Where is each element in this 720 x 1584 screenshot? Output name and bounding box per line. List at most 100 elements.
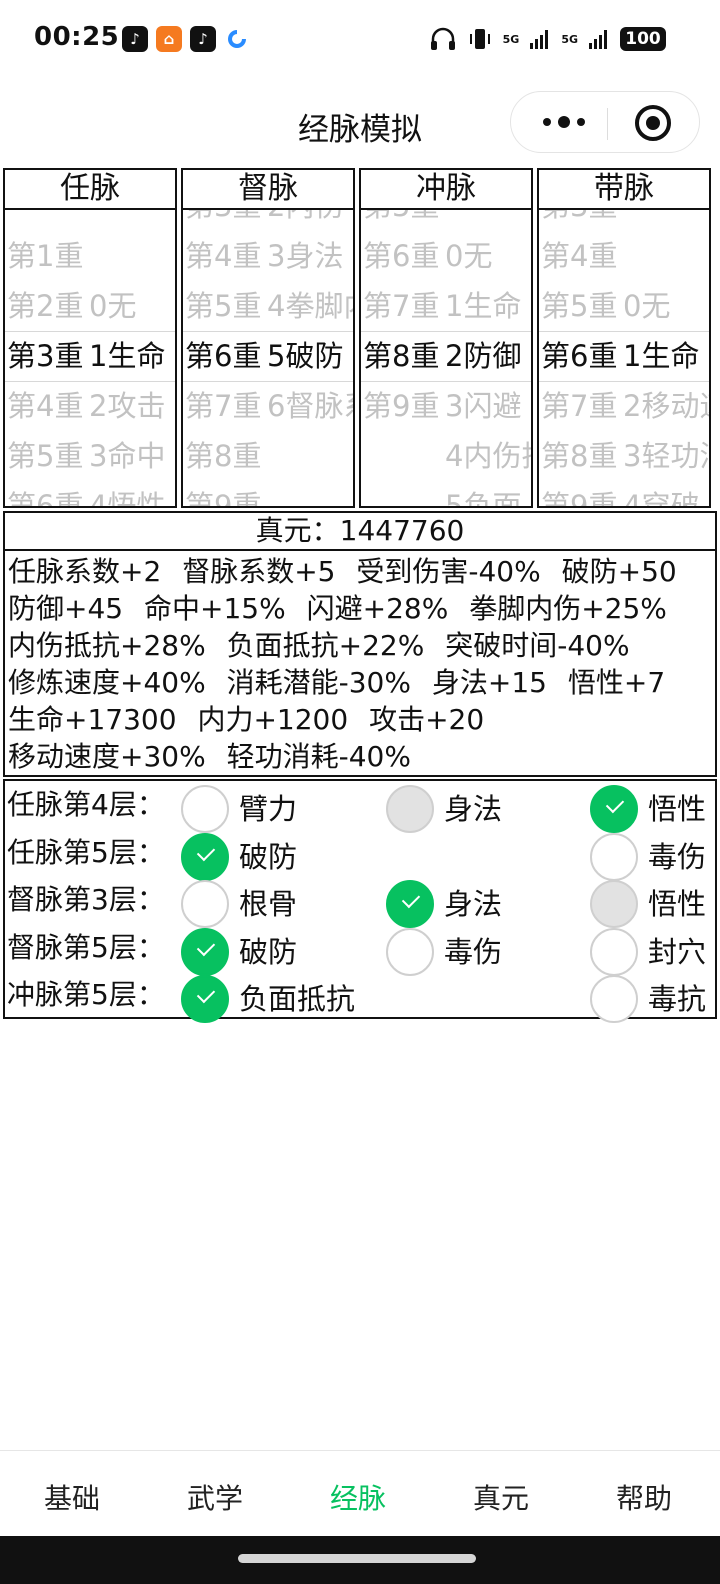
checkbox-checked[interactable] xyxy=(386,880,434,928)
checkbox-label[interactable]: 破防 xyxy=(239,930,297,974)
checkbox-unchecked[interactable] xyxy=(590,975,638,1023)
stat-item: 破防+50 xyxy=(561,555,677,588)
checkbox-label[interactable]: 悟性 xyxy=(648,882,706,926)
checkbox-label[interactable]: 毒伤 xyxy=(648,835,706,879)
picker-option[interactable]: 第7重6督脉系数 xyxy=(185,381,353,431)
tab-4[interactable]: 帮助 xyxy=(572,1477,716,1517)
checkbox-label[interactable]: 毒伤 xyxy=(444,930,502,974)
picker-option[interactable]: 第3重 xyxy=(541,210,623,231)
stat-item: 修炼速度+40% xyxy=(8,666,206,699)
stat-item: 内伤抵抗+28% xyxy=(8,629,206,662)
checkbox-unchecked[interactable] xyxy=(386,927,434,976)
picker-option-selected[interactable]: 第6重 5破防 xyxy=(185,331,343,381)
tab-bar: 基础 武学 经脉 真元 帮助 xyxy=(0,1450,720,1536)
picker-option[interactable]: 第5重 xyxy=(363,210,445,231)
picker-dumai[interactable]: 督脉 第3重2内伤第4重3身法第5重4拳脚内伤第6重5破防第7重6督脉系数第8重… xyxy=(181,168,355,508)
picker-option-value: 1生命 xyxy=(89,339,166,373)
picker-option[interactable]: 第5重 0无 xyxy=(541,281,670,331)
picker-option[interactable]: 第4重 xyxy=(541,231,623,281)
stat-item: 命中+15% xyxy=(144,592,286,625)
checkbox-unchecked[interactable] xyxy=(181,880,229,928)
picker-option[interactable]: 第7重2移动速度 xyxy=(541,381,709,431)
checkbox-label[interactable]: 负面抵抗 xyxy=(239,977,355,1021)
picker-option[interactable]: 第7重 1生命 xyxy=(363,281,521,331)
picker-option[interactable]: 第5重 3命中 xyxy=(7,431,165,481)
stat-item: 拳脚内伤+25% xyxy=(469,592,667,625)
picker-option-level: 第8重 xyxy=(541,439,618,473)
checkbox-checked[interactable] xyxy=(181,832,229,881)
stat-item: 防御+45 xyxy=(8,592,124,625)
picker-option[interactable]: 4内伤抵抗 xyxy=(363,431,531,481)
picker-option-selected[interactable]: 第3重 1生命 xyxy=(7,331,165,381)
picker-option-level: 第6重 xyxy=(363,239,440,273)
picker-option[interactable]: 第8重 xyxy=(185,431,267,481)
checkbox-unchecked[interactable] xyxy=(590,832,638,881)
checkbox-label[interactable]: 悟性 xyxy=(648,787,706,831)
option-row-label: 督脉第5层： xyxy=(7,930,165,964)
picker-selection-line xyxy=(361,381,531,382)
picker-option[interactable]: 第9重 4穿破 xyxy=(541,481,699,506)
checkbox-label[interactable]: 毒抗 xyxy=(648,977,706,1021)
vibrate-icon xyxy=(469,29,490,49)
picker-wheel[interactable]: 第5重第6重0无第7重1生命第8重2防御第9重3闪避 4内伤抵抗 5负面 xyxy=(361,210,531,506)
signal-icon xyxy=(530,30,549,49)
picker-option[interactable]: 第6重 4悟性 xyxy=(7,481,165,506)
tab-0[interactable]: 基础 xyxy=(0,1477,144,1517)
picker-option[interactable]: 第1重 xyxy=(7,231,89,281)
checkbox-unchecked[interactable] xyxy=(590,927,638,976)
checkbox-label[interactable]: 破防 xyxy=(239,835,297,879)
checkbox-checked[interactable] xyxy=(181,975,229,1023)
picker-option[interactable]: 第4重 3身法 xyxy=(185,231,343,281)
picker-option[interactable]: 第5重4拳脚内伤 xyxy=(185,281,353,331)
picker-option[interactable]: 第9重 xyxy=(185,481,267,506)
picker-option-level: 第6重 xyxy=(541,339,618,373)
checkbox-checked[interactable] xyxy=(590,785,638,833)
close-target-icon[interactable] xyxy=(635,105,671,141)
status-bar: 00:25 ♪ ⌂ ♪ 5G 5G 100 xyxy=(0,0,720,80)
more-icon[interactable] xyxy=(539,107,589,137)
home-indicator[interactable] xyxy=(238,1554,476,1563)
picker-title: 冲脉 xyxy=(361,170,531,210)
picker-wheel[interactable]: 第3重第4重第5重0无第6重1生命第7重2移动速度第8重3轻功消耗第9重 4穿破 xyxy=(539,210,709,506)
picker-option-level: 第6重 xyxy=(7,489,84,506)
picker-option[interactable]: 第9重 3闪避 xyxy=(363,381,521,431)
picker-option-value: 5负面 xyxy=(445,489,522,506)
tab-3[interactable]: 真元 xyxy=(429,1477,573,1517)
picker-renmai[interactable]: 任脉 第1重 第2重 0无 第3重 1生命 第4重 2攻击 第5重 3命中 第6重 4悟性 xyxy=(3,168,177,508)
tab-1[interactable]: 武学 xyxy=(143,1477,287,1517)
picker-option-value: 3命中 xyxy=(89,439,166,473)
mini-program-capsule xyxy=(510,91,700,153)
picker-wheel[interactable]: 第1重 第2重 0无 第3重 1生命 第4重 2攻击 第5重 3命中 第6重 4悟性 xyxy=(5,210,175,506)
stat-item: 消耗潜能-30% xyxy=(226,666,411,699)
picker-chongmai[interactable]: 冲脉 第5重第6重0无第7重1生命第8重2防御第9重3闪避 4内伤抵抗 5负面 xyxy=(359,168,533,508)
picker-option-level: 第3重 xyxy=(185,210,267,231)
picker-option-level: 第9重 xyxy=(185,489,262,506)
checkbox-label[interactable]: 身法 xyxy=(444,787,502,831)
stat-item: 悟性+7 xyxy=(567,666,666,699)
picker-selection-line xyxy=(5,381,175,382)
stat-item: 移动速度+30% xyxy=(8,740,206,773)
picker-selection-line xyxy=(183,381,353,382)
picker-option[interactable]: 第3重2内伤 xyxy=(185,210,343,231)
picker-option[interactable]: 第6重 0无 xyxy=(363,231,492,281)
picker-wheel[interactable]: 第3重2内伤第4重3身法第5重4拳脚内伤第6重5破防第7重6督脉系数第8重第9重 xyxy=(183,210,353,506)
checkbox-checked[interactable] xyxy=(181,927,229,976)
checkbox-label[interactable]: 身法 xyxy=(444,882,502,926)
checkbox-unchecked[interactable] xyxy=(181,785,229,833)
picker-option[interactable]: 第8重3轻功消耗 xyxy=(541,431,709,481)
picker-daimai[interactable]: 带脉 第3重第4重第5重0无第6重1生命第7重2移动速度第8重3轻功消耗第9重 4… xyxy=(537,168,711,508)
picker-option[interactable]: 5负面 xyxy=(363,481,521,506)
picker-option[interactable]: 第4重 2攻击 xyxy=(7,381,165,431)
home-indicator-bar xyxy=(0,1536,720,1584)
picker-title: 带脉 xyxy=(539,170,709,210)
checkbox-label[interactable]: 臂力 xyxy=(239,787,297,831)
picker-option[interactable]: 第2重 0无 xyxy=(7,281,136,331)
checkbox-label[interactable]: 根骨 xyxy=(239,882,297,926)
checkbox-disabled xyxy=(590,880,638,928)
checkbox-label[interactable]: 封穴 xyxy=(648,930,706,974)
picker-option-selected[interactable]: 第6重 1生命 xyxy=(541,331,699,381)
tab-2[interactable]: 经脉 xyxy=(286,1477,430,1517)
picker-option-value: 2移动速度 xyxy=(623,389,709,423)
picker-option-selected[interactable]: 第8重 2防御 xyxy=(363,331,521,381)
picker-option-value: 6督脉系数 xyxy=(267,389,353,423)
